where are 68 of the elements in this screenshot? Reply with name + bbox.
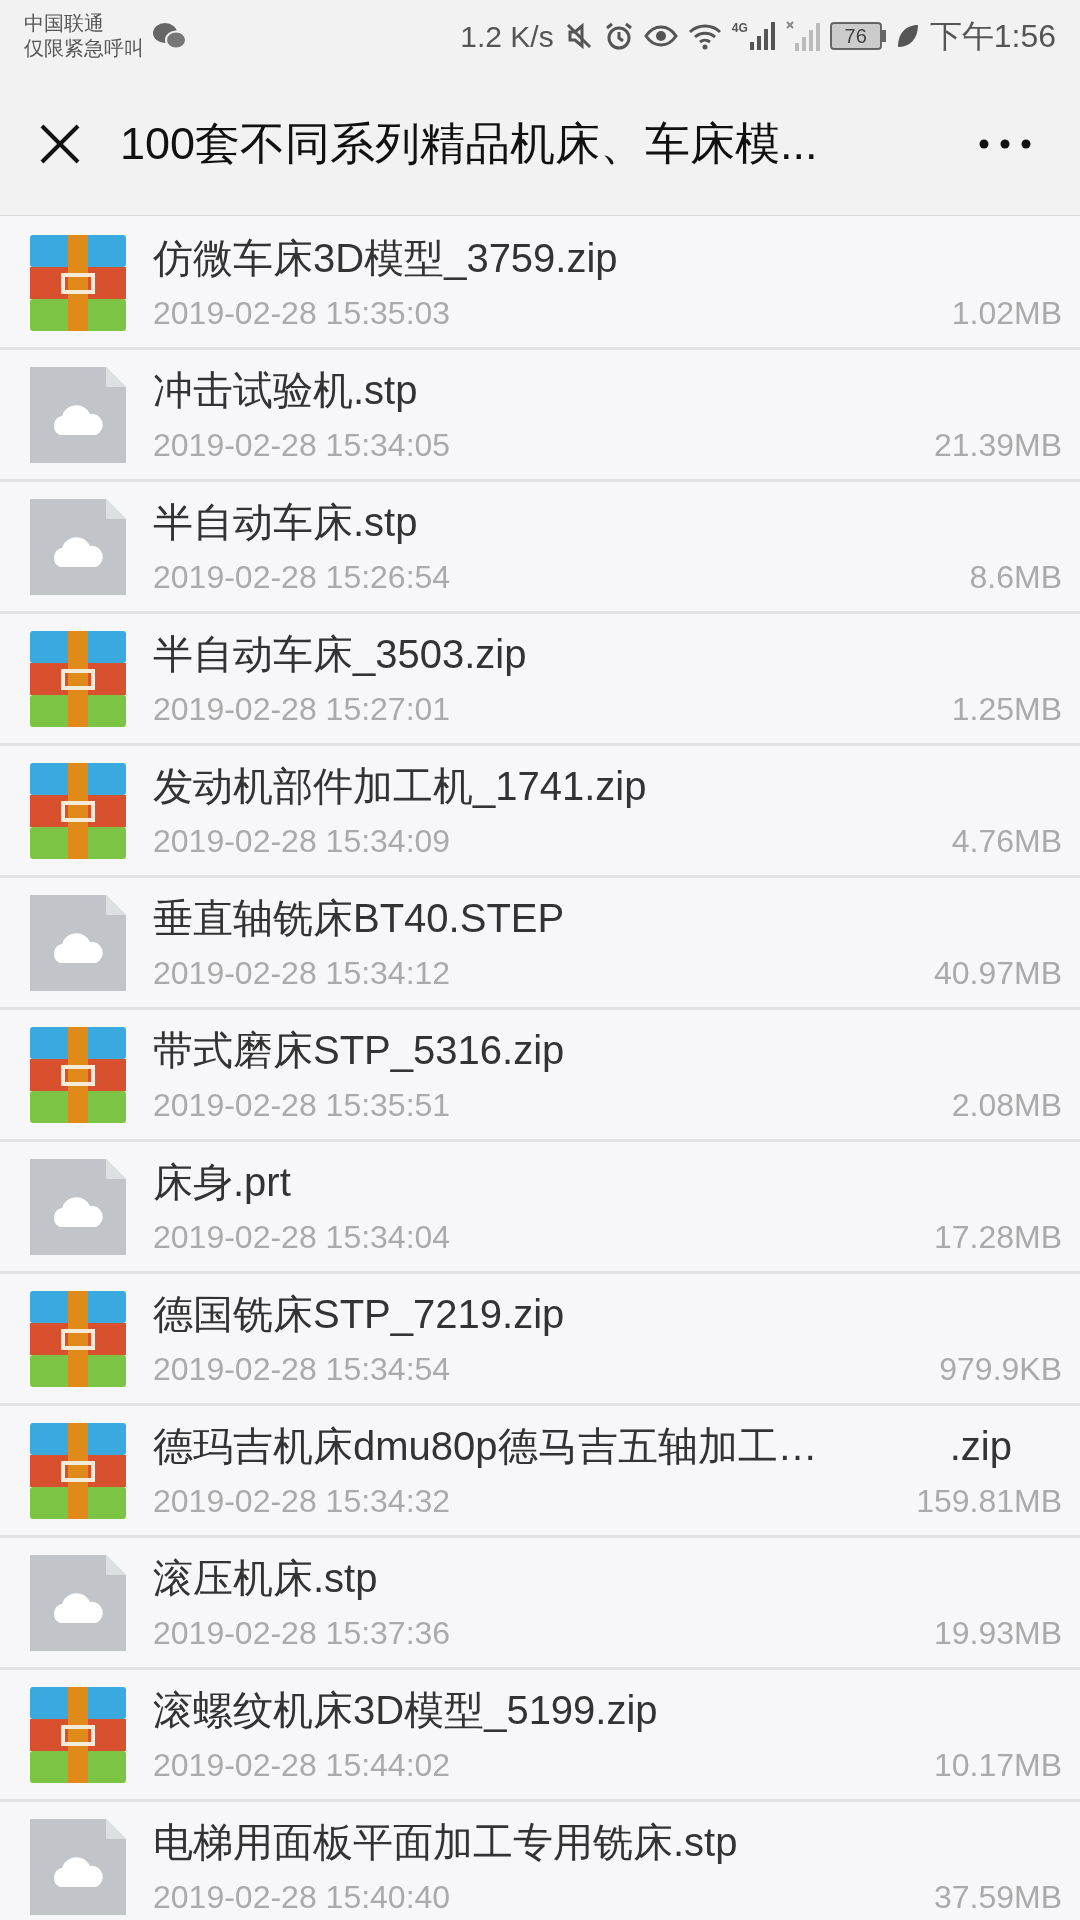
signal-icon: [749, 22, 776, 50]
file-size: 19.93MB: [933, 1613, 1062, 1652]
window-title: 100套不同系列精品机床、车床模...: [120, 116, 818, 171]
document-cloud-icon: [30, 366, 126, 463]
file-date: 2019-02-28 15:34:54: [153, 1349, 451, 1388]
document-cloud-icon: [30, 498, 126, 595]
file-name: 半自动车床.stp: [153, 498, 418, 546]
file-date: 2019-02-28 15:34:32: [153, 1481, 451, 1520]
archive-icon: [30, 1686, 126, 1783]
alarm-icon: [603, 21, 634, 51]
archive-icon: [30, 630, 126, 727]
archive-icon: [30, 234, 126, 331]
eye-icon: [643, 23, 678, 49]
file-size: 1.02MB: [951, 293, 1062, 332]
file-date: 2019-02-28 15:26:54: [153, 557, 451, 596]
file-name: 冲击试验机.stp: [153, 366, 418, 414]
file-date: 2019-02-28 15:34:09: [153, 821, 451, 860]
file-extension: .zip: [949, 1422, 1012, 1470]
document-cloud-icon: [30, 1554, 126, 1651]
file-date: 2019-02-28 15:34:05: [153, 425, 451, 464]
archive-icon: [30, 1026, 126, 1123]
file-date: 2019-02-28 15:40:40: [153, 1877, 451, 1916]
network-speed: 1.2 K/s: [460, 18, 554, 55]
file-name: 垂直轴铣床BT40.STEP: [153, 894, 565, 942]
no-signal-icon: [785, 21, 820, 51]
file-name: 德国铣床STP_7219.zip: [153, 1290, 565, 1338]
file-date: 2019-02-28 15:35:03: [153, 293, 451, 332]
file-size: 1.25MB: [951, 689, 1062, 728]
archive-icon: [30, 1422, 126, 1519]
file-date: 2019-02-28 15:34:04: [153, 1217, 451, 1256]
file-name: 滚压机床.stp: [153, 1554, 378, 1602]
network-type: 4G: [731, 22, 748, 34]
file-date: 2019-02-28 15:27:01: [153, 689, 451, 728]
file-name: 带式磨床STP_5316.zip: [153, 1026, 565, 1074]
file-name: 床身.prt: [153, 1158, 291, 1206]
clock-time: 下午1:56: [929, 17, 1056, 56]
file-size: 2.08MB: [951, 1085, 1062, 1124]
battery-indicator: 76: [829, 22, 886, 50]
file-name: 仿微车床3D模型_3759.zip: [153, 234, 618, 282]
more-icon: [979, 138, 1031, 149]
file-name: 半自动车床_3503.zip: [153, 630, 527, 678]
file-name: 德玛吉机床dmu80p德马吉五轴加工…: [153, 1422, 818, 1470]
file-size: 40.97MB: [933, 953, 1062, 992]
file-name: 电梯用面板平面加工专用铣床.stp: [153, 1818, 738, 1866]
leaf-icon: [895, 23, 920, 49]
file-size: 979.9KB: [939, 1349, 1062, 1388]
chat-icon: [152, 21, 188, 51]
file-size: 4.76MB: [951, 821, 1062, 860]
file-size: 10.17MB: [933, 1745, 1062, 1784]
file-size: 159.81MB: [916, 1481, 1062, 1520]
file-date: 2019-02-28 15:35:51: [153, 1085, 451, 1124]
file-size: 37.59MB: [933, 1877, 1062, 1916]
wifi-icon: [687, 22, 722, 50]
carrier-note: 仅限紧急呼叫: [24, 36, 144, 61]
archive-icon: [30, 762, 126, 859]
document-cloud-icon: [30, 1158, 126, 1255]
document-cloud-icon: [30, 894, 126, 991]
carrier-name: 中国联通: [24, 11, 105, 36]
file-date: 2019-02-28 15:37:36: [153, 1613, 451, 1652]
file-size: 21.39MB: [933, 425, 1062, 464]
document-cloud-icon: [30, 1818, 126, 1915]
file-date: 2019-02-28 15:44:02: [153, 1745, 451, 1784]
file-size: 8.6MB: [969, 557, 1062, 596]
file-size: 17.28MB: [933, 1217, 1062, 1256]
archive-icon: [30, 1290, 126, 1387]
file-name: 发动机部件加工机_1741.zip: [153, 762, 647, 810]
file-date: 2019-02-28 15:34:12: [153, 953, 451, 992]
file-name: 滚螺纹机床3D模型_5199.zip: [153, 1686, 658, 1734]
